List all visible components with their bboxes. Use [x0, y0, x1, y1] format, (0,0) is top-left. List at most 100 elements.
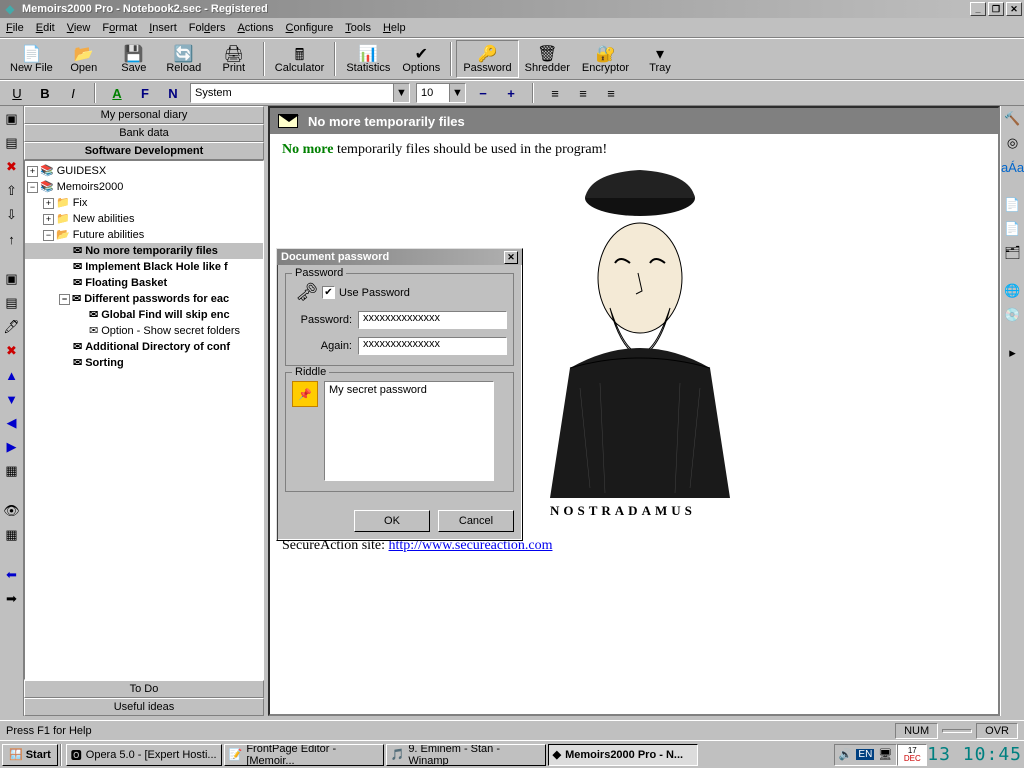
password-button[interactable]: 🔑Password — [456, 40, 518, 78]
align-right-button[interactable]: ≡ — [600, 83, 622, 103]
save-button[interactable]: 💾Save — [109, 40, 159, 78]
newfile-icon: 📄 — [21, 44, 41, 62]
portrait-caption: NOSTRADAMUS — [550, 503, 696, 519]
password-again-input[interactable]: xxxxxxxxxxxxxx — [358, 337, 507, 355]
tool-icon[interactable]: ⇩ — [3, 206, 21, 224]
tool-icon[interactable]: ▦ — [3, 462, 21, 480]
minimize-button[interactable]: _ — [970, 2, 986, 16]
dialog-close-button[interactable]: ✕ — [504, 251, 518, 264]
tool-icon[interactable]: ✖ — [3, 158, 21, 176]
reload-button[interactable]: 🔄Reload — [159, 40, 209, 78]
menu-tools[interactable]: Tools — [345, 22, 371, 34]
lang-indicator[interactable]: EN — [856, 749, 874, 760]
password-dialog: Document password ✕ Password 🗝 ✔Use Pass… — [276, 248, 523, 541]
tray-clock[interactable]: 13 10:45 — [927, 744, 1022, 765]
key-icon: 🗝 — [292, 282, 322, 303]
start-button[interactable]: 🪟Start — [2, 744, 58, 766]
tool-icon[interactable]: ▣ — [3, 270, 21, 288]
tool-icon[interactable]: ▸ — [1004, 344, 1022, 362]
tool-icon[interactable]: ↑ — [3, 230, 21, 248]
align-left-button[interactable]: ≡ — [544, 83, 566, 103]
content-title: No more temporarily files — [308, 114, 465, 129]
menu-view[interactable]: View — [67, 22, 91, 34]
menu-format[interactable]: Format — [102, 22, 137, 34]
menu-file[interactable]: File — [6, 22, 24, 34]
statistics-button[interactable]: 📊Statistics — [340, 40, 396, 78]
tool-icon[interactable]: 📄 — [1004, 220, 1022, 238]
size-combo[interactable]: 10▼ — [416, 83, 466, 103]
tool-icon[interactable]: ▣ — [3, 110, 21, 128]
decrease-button[interactable]: − — [472, 83, 494, 103]
cancel-button[interactable]: Cancel — [438, 510, 514, 532]
dialog-titlebar[interactable]: Document password ✕ — [277, 249, 522, 265]
tool-icon[interactable]: 🔨 — [1004, 110, 1022, 128]
app-icon: ◆ — [2, 1, 18, 17]
tray-icon[interactable]: 🔊 — [839, 748, 853, 761]
align-center-button[interactable]: ≡ — [572, 83, 594, 103]
tool-icon[interactable]: ▲ — [3, 366, 21, 384]
newfile-button[interactable]: 📄New File — [4, 40, 59, 78]
tab-ideas[interactable]: Useful ideas — [24, 698, 264, 716]
task-memoirs[interactable]: ◆Memoirs2000 Pro - N... — [548, 744, 698, 766]
menu-folders[interactable]: Folders — [189, 22, 226, 34]
fontcolor-n-button[interactable]: N — [162, 83, 184, 103]
tool-icon[interactable]: 🖊 — [3, 318, 21, 336]
system-tray[interactable]: 🔊 EN 🖥 — [834, 744, 898, 766]
riddle-textarea[interactable]: My secret password — [324, 381, 494, 481]
font-combo[interactable]: System▼ — [190, 83, 410, 103]
tray-button[interactable]: ▾Tray — [635, 40, 685, 78]
tab-software[interactable]: Software Development — [24, 142, 264, 160]
task-opera[interactable]: 🅾Opera 5.0 - [Expert Hosti... — [66, 744, 222, 766]
fontcolor-f-button[interactable]: F — [134, 83, 156, 103]
tray-icon[interactable]: 🖥 — [878, 748, 892, 761]
menu-actions[interactable]: Actions — [237, 22, 273, 34]
tool-icon[interactable]: ✖ — [3, 342, 21, 360]
tool-icon[interactable]: ◎ — [1004, 134, 1022, 152]
tray-date[interactable]: 17DEC — [897, 744, 927, 766]
print-button[interactable]: 🖨Print — [209, 40, 259, 78]
tool-icon[interactable]: ▦ — [3, 526, 21, 544]
tool-icon[interactable]: ▶ — [3, 438, 21, 456]
tool-icon[interactable]: ▤ — [3, 294, 21, 312]
tool-icon[interactable]: ▤ — [3, 134, 21, 152]
menu-help[interactable]: Help — [383, 22, 406, 34]
menu-insert[interactable]: Insert — [149, 22, 177, 34]
statistics-icon: 📊 — [358, 44, 378, 62]
close-button[interactable]: ✕ — [1006, 2, 1022, 16]
tool-icon[interactable]: 📄 — [1004, 196, 1022, 214]
maximize-button[interactable]: ❐ — [988, 2, 1004, 16]
calculator-button[interactable]: 🖩Calculator — [269, 40, 331, 78]
tool-icon[interactable]: ➡ — [3, 590, 21, 608]
increase-button[interactable]: + — [500, 83, 522, 103]
underline-button[interactable]: U — [6, 83, 28, 103]
tool-icon[interactable]: 🗂 — [1004, 244, 1022, 262]
tab-todo[interactable]: To Do — [24, 680, 264, 698]
content-header: No more temporarily files — [270, 108, 998, 134]
tool-icon[interactable]: ◀ — [3, 414, 21, 432]
open-button[interactable]: 📂Open — [59, 40, 109, 78]
italic-button[interactable]: I — [62, 83, 84, 103]
folder-tree[interactable]: +📚GUIDESX −📚Memoirs2000 +📁Fix +📁New abil… — [24, 160, 264, 680]
ok-button[interactable]: OK — [354, 510, 430, 532]
tool-icon[interactable]: ▼ — [3, 390, 21, 408]
tool-icon[interactable]: 👁 — [3, 502, 21, 520]
shredder-button[interactable]: 🗑Shredder — [519, 40, 576, 78]
menu-edit[interactable]: Edit — [36, 22, 55, 34]
task-winamp[interactable]: 🎵9. Eminem - Stan - Winamp — [386, 744, 546, 766]
tool-icon[interactable]: ⇧ — [3, 182, 21, 200]
tool-icon[interactable]: ⬅ — [3, 566, 21, 584]
tab-diary[interactable]: My personal diary — [24, 106, 264, 124]
tab-bank[interactable]: Bank data — [24, 124, 264, 142]
task-frontpage[interactable]: 📝FrontPage Editor - [Memoir... — [224, 744, 384, 766]
tool-icon[interactable]: 🌐 — [1004, 282, 1022, 300]
portrait-image — [530, 148, 750, 498]
tool-icon[interactable]: 💿 — [1004, 306, 1022, 324]
use-password-checkbox[interactable]: ✔Use Password — [322, 286, 410, 299]
fontcolor-a-button[interactable]: A — [106, 83, 128, 103]
options-button[interactable]: ✔Options — [396, 40, 446, 78]
tool-icon[interactable]: aÁa — [1004, 158, 1022, 176]
bold-button[interactable]: B — [34, 83, 56, 103]
password-input[interactable]: xxxxxxxxxxxxxx — [358, 311, 507, 329]
menu-configure[interactable]: Configure — [286, 22, 334, 34]
encryptor-button[interactable]: 🔐Encryptor — [576, 40, 635, 78]
